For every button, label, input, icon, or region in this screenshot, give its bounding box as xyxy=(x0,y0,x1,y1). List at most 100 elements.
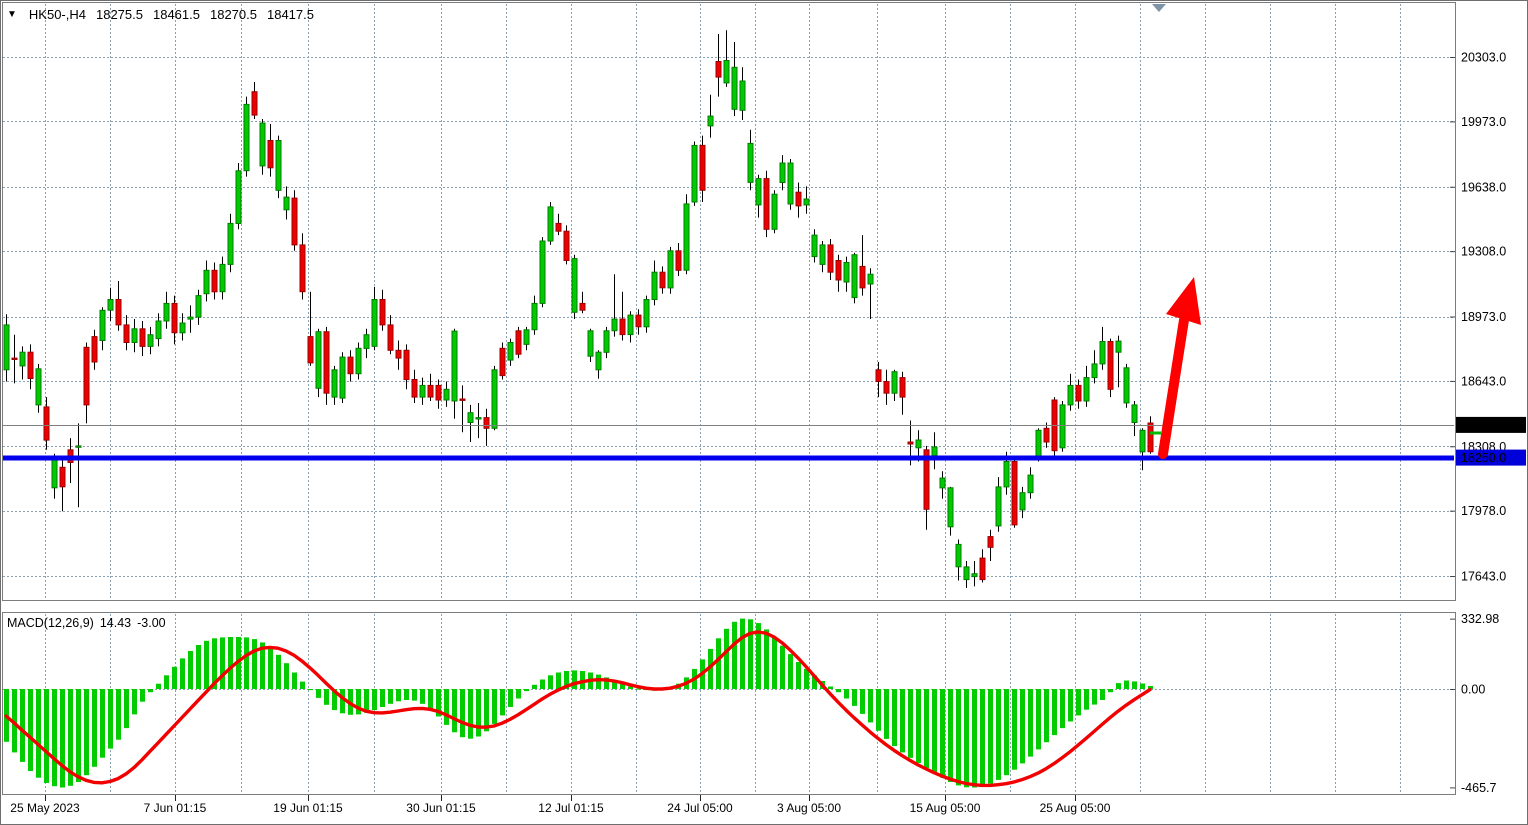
macd-histogram-bar xyxy=(244,637,249,689)
candle-down xyxy=(980,558,985,580)
price-axis[interactable]: 20303.019973.019638.019308.018973.018643… xyxy=(1450,51,1526,795)
macd-histogram-bar xyxy=(860,689,865,714)
macd-histogram-bar xyxy=(748,619,753,689)
macd-histogram-bar xyxy=(284,663,289,689)
symbol-timeframe: HK50-,H4 xyxy=(29,7,86,22)
macd-histogram-bar xyxy=(324,689,329,705)
macd-histogram-bar xyxy=(100,689,105,758)
macd-histogram-bar xyxy=(524,689,529,691)
macd-histogram-bar xyxy=(44,689,49,783)
macd-histogram-bar xyxy=(92,689,97,767)
macd-histogram-bar xyxy=(308,689,313,690)
macd-histogram-bar xyxy=(508,689,513,707)
candle-down xyxy=(212,270,217,292)
price-axis-label: 19973.0 xyxy=(1461,115,1506,129)
macd-histogram-bar xyxy=(388,689,393,704)
candle-down xyxy=(28,352,33,378)
macd-histogram-bar xyxy=(724,629,729,689)
macd-histogram-bar xyxy=(428,689,433,709)
title-close: 18417.5 xyxy=(267,7,314,22)
candle-up xyxy=(892,372,897,394)
macd-histogram-bar xyxy=(852,689,857,706)
candle-down xyxy=(380,300,385,325)
macd-histogram-bar xyxy=(484,689,489,731)
candle-down xyxy=(268,141,273,168)
macd-histogram-bar xyxy=(52,689,57,786)
candle-down xyxy=(172,303,177,332)
symbol-dropdown-icon[interactable]: ▼ xyxy=(7,9,17,20)
macd-histogram-bar xyxy=(1020,689,1025,763)
candle-down xyxy=(84,347,89,405)
macd-histogram-bar xyxy=(844,689,849,699)
macd-histogram-bar xyxy=(1060,689,1065,728)
chart-shift-marker[interactable] xyxy=(1152,4,1166,12)
candle-up xyxy=(668,251,673,288)
candle-down xyxy=(1044,428,1049,442)
candle-up xyxy=(164,303,169,321)
chart-title-bar: ▼ HK50-,H4 18275.5 18461.5 18270.5 18417… xyxy=(7,7,314,22)
price-badge: 18417.5 xyxy=(1456,417,1526,433)
candle-down xyxy=(1108,342,1113,390)
candle-up xyxy=(604,331,609,353)
candle-down xyxy=(716,62,721,78)
candle-down xyxy=(1012,462,1017,525)
macd-histogram-bar xyxy=(1076,689,1081,715)
candle-down xyxy=(252,92,257,115)
macd-signal-value: -3.00 xyxy=(137,616,166,630)
price-chart-canvas[interactable]: 20303.019973.019638.019308.018973.018643… xyxy=(0,0,1528,825)
macd-histogram-bar xyxy=(516,689,521,699)
candle-up xyxy=(956,544,961,566)
macd-histogram-bar xyxy=(556,673,561,690)
candle-up xyxy=(1020,493,1025,510)
macd-histogram-bar xyxy=(28,689,33,771)
macd-histogram-bar xyxy=(956,689,961,785)
candle-up xyxy=(372,300,377,347)
window-border xyxy=(1,1,1528,825)
macd-histogram-bar xyxy=(276,655,281,689)
macd-histogram-bar xyxy=(804,669,809,689)
candle-up xyxy=(756,179,761,205)
candle-down xyxy=(348,357,353,374)
candle-up xyxy=(612,319,617,331)
candle-down xyxy=(636,315,641,327)
macd-histogram-bar xyxy=(1100,689,1105,700)
candle-up xyxy=(52,458,57,488)
candle-up xyxy=(788,163,793,204)
candle-series xyxy=(4,30,1153,588)
candle-up xyxy=(548,207,553,241)
candle-up xyxy=(132,329,137,343)
candle-up xyxy=(444,389,449,400)
macd-histogram-bar xyxy=(932,689,937,773)
candle-up xyxy=(1004,462,1009,487)
candle-down xyxy=(300,245,305,292)
macd-histogram-bar xyxy=(180,658,185,689)
candle-up xyxy=(156,321,161,339)
candle-up xyxy=(20,352,25,366)
candle-down xyxy=(580,303,585,310)
candle-up xyxy=(1100,342,1105,364)
macd-histogram-bar xyxy=(300,682,305,689)
macd-histogram-bar xyxy=(292,673,297,690)
candle-down xyxy=(700,145,705,190)
candle-down xyxy=(884,382,889,394)
candle-up xyxy=(964,567,969,580)
candle-up xyxy=(708,116,713,126)
price-axis-label: 20303.0 xyxy=(1461,51,1506,65)
trend-arrow[interactable] xyxy=(1163,277,1201,454)
macd-main-value: 14.43 xyxy=(100,616,131,630)
candle-up xyxy=(820,245,825,265)
macd-histogram-bar xyxy=(532,685,537,689)
candle-down xyxy=(500,348,505,375)
candle-up xyxy=(284,197,289,210)
candle-down xyxy=(460,399,465,400)
macd-histogram-bar xyxy=(76,689,81,782)
candle-down xyxy=(292,198,297,245)
main-panel-border xyxy=(3,3,1456,601)
macd-histogram-bar xyxy=(596,675,601,689)
svg-text:18250.0: 18250.0 xyxy=(1461,451,1506,465)
macd-histogram-bar xyxy=(468,689,473,739)
candle-down xyxy=(1076,385,1081,401)
price-axis-label: 18643.0 xyxy=(1461,374,1506,388)
candle-up xyxy=(780,163,785,183)
candle-up xyxy=(948,488,953,527)
